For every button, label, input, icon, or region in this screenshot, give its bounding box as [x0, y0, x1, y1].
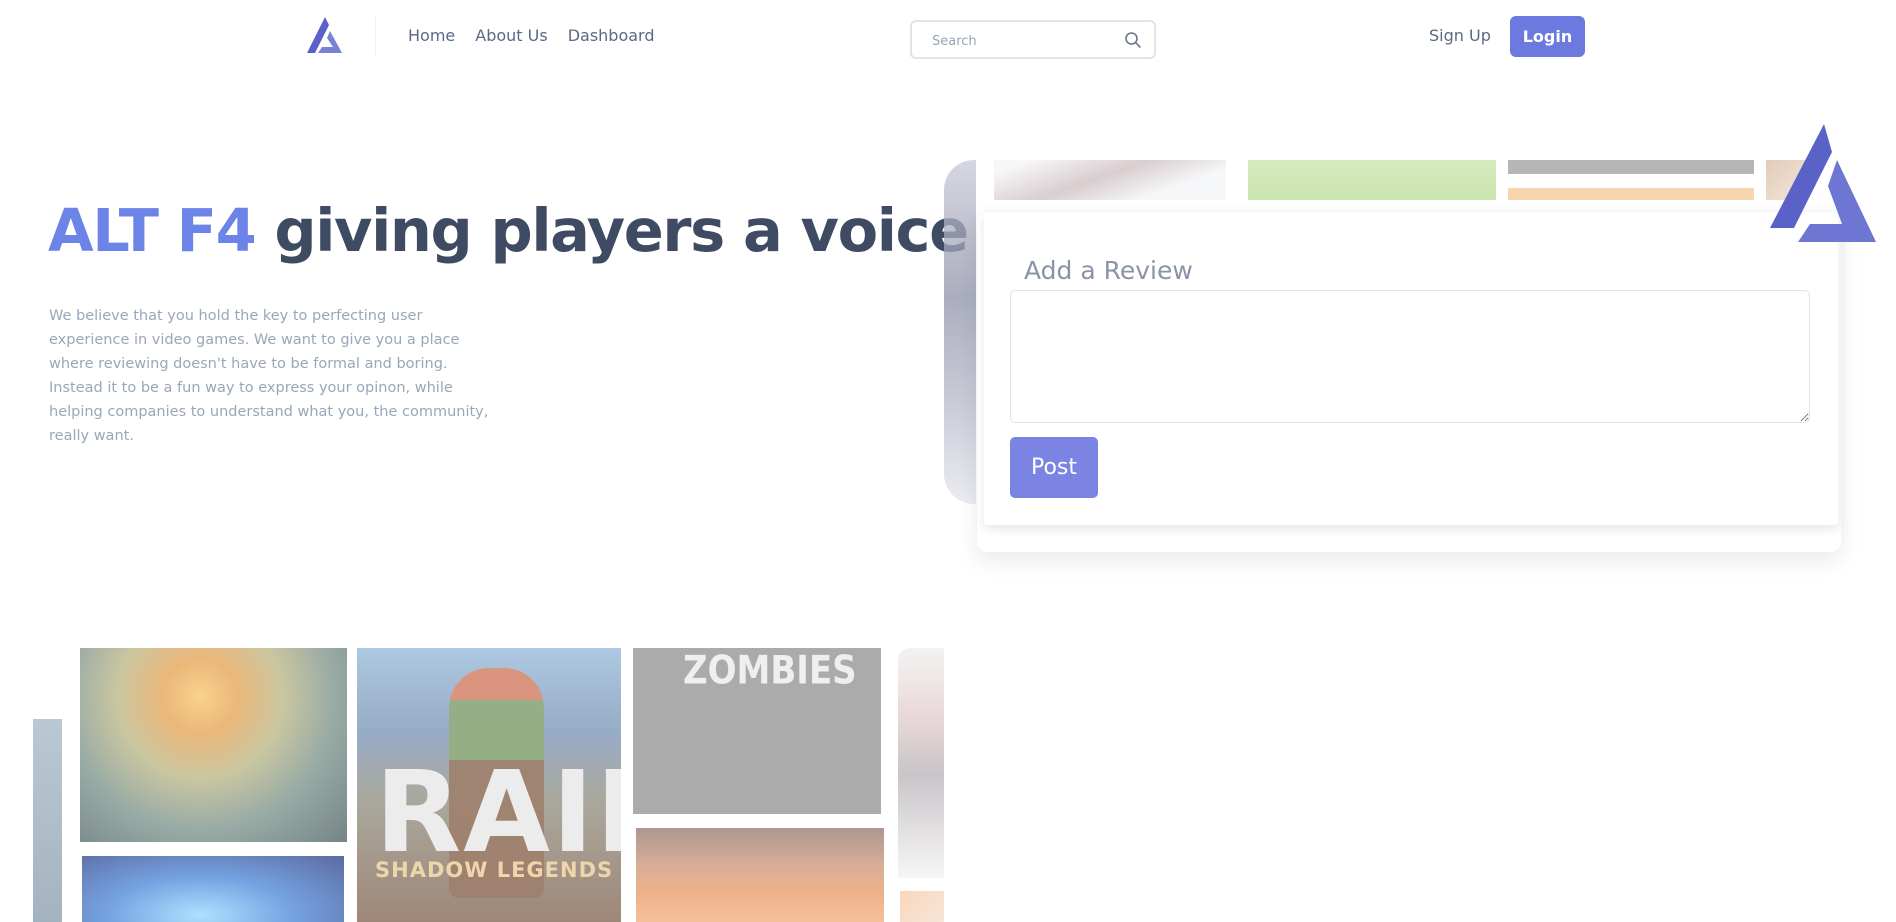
game-image-strip: [1508, 160, 1754, 200]
nav-about-us-link[interactable]: About Us: [475, 26, 547, 45]
alt-f4-logo-icon[interactable]: [306, 16, 342, 54]
zombies-logo-text: ZOMBIES: [683, 648, 857, 694]
header-divider: [375, 16, 376, 56]
game-thumbnail: [82, 856, 344, 922]
game-thumbnail-elden-ring: [80, 648, 347, 842]
sign-up-link[interactable]: Sign Up: [1429, 26, 1491, 45]
game-thumbnail: [636, 828, 884, 922]
game-image-strip: [994, 160, 1226, 200]
review-textarea[interactable]: [1010, 290, 1810, 423]
game-image-side: [944, 160, 976, 504]
game-thumbnail: [900, 891, 944, 922]
main-nav: Home About Us Dashboard: [408, 26, 655, 45]
hero-title: ALT F4 giving players a voice: [48, 196, 969, 265]
hero-title-rest: giving players a voice: [255, 196, 969, 265]
game-thumbnail-raid: RAID SHADOW LEGENDS: [357, 648, 621, 922]
game-thumbnail: [33, 719, 62, 922]
game-image-strip: [1248, 160, 1496, 200]
login-button[interactable]: Login: [1510, 16, 1585, 57]
nav-home-link[interactable]: Home: [408, 26, 455, 45]
search-box: [910, 20, 1156, 59]
search-icon[interactable]: [1124, 31, 1142, 49]
alt-f4-logo-decoration-icon: [1770, 124, 1876, 242]
search-input[interactable]: [932, 31, 1112, 51]
raid-subtitle-text: SHADOW LEGENDS: [375, 858, 614, 882]
hero-description: We believe that you hold the key to perf…: [49, 308, 489, 444]
post-button[interactable]: Post: [1010, 437, 1098, 498]
review-title: Add a Review: [1024, 256, 1193, 285]
nav-dashboard-link[interactable]: Dashboard: [568, 26, 655, 45]
hero-title-accent: ALT F4: [48, 196, 257, 265]
game-thumbnail: [898, 648, 944, 878]
game-thumbnail-zombies: ZOMBIES: [633, 648, 881, 814]
